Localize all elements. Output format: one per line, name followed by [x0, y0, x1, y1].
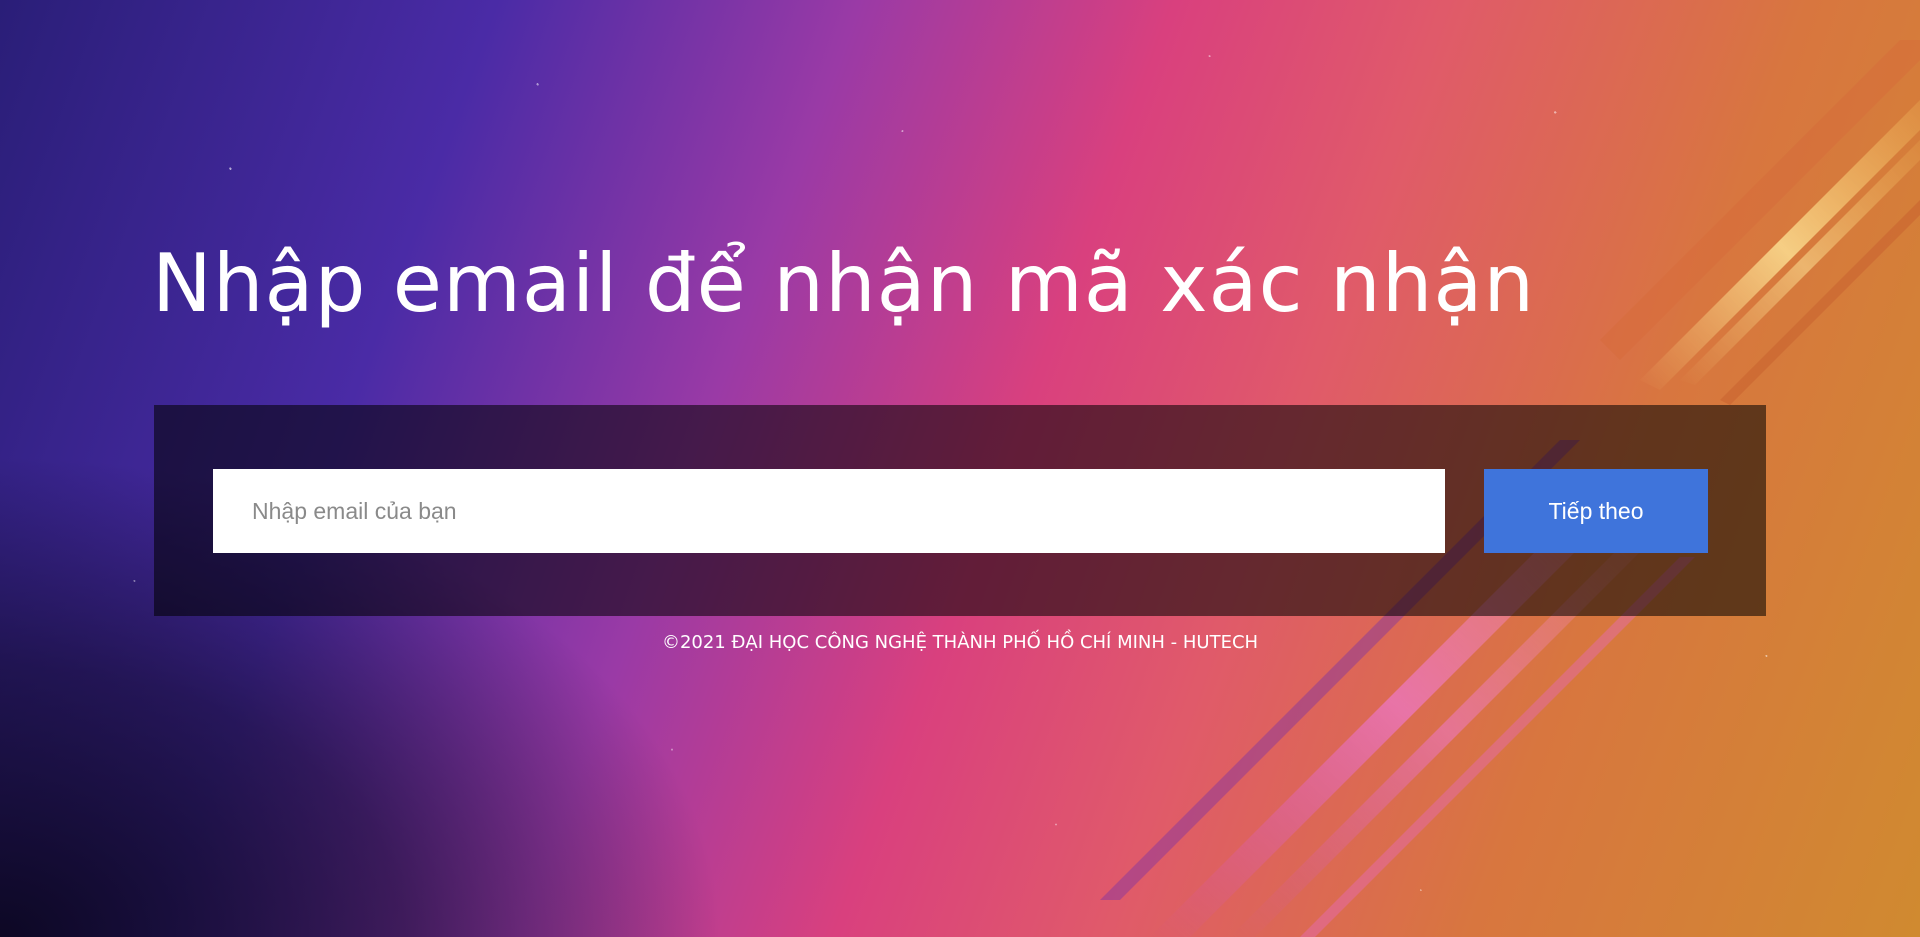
email-input[interactable] [213, 469, 1445, 553]
email-form-panel: Tiếp theo [154, 405, 1766, 616]
page-title: Nhập email để nhận mã xác nhận [152, 237, 1536, 330]
next-button[interactable]: Tiếp theo [1484, 469, 1708, 553]
footer-copyright: ©2021 ĐẠI HỌC CÔNG NGHỆ THÀNH PHỐ HỒ CHÍ… [661, 632, 1259, 653]
